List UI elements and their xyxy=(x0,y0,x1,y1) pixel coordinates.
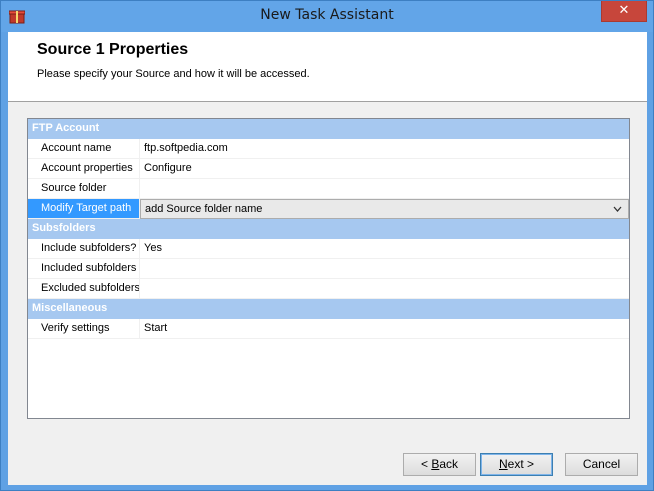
property-name: Account properties xyxy=(28,159,140,178)
property-value[interactable]: ftp.softpedia.com xyxy=(140,139,629,158)
property-name: Source folder xyxy=(28,179,140,198)
property-row-include-subfolders[interactable]: Include subfolders? Yes xyxy=(28,239,629,259)
category-subsfolders[interactable]: Subsfolders xyxy=(28,219,629,239)
property-value[interactable] xyxy=(140,279,629,298)
close-icon: ✕ xyxy=(618,3,630,18)
property-row-verify-settings[interactable]: Verify settings Start xyxy=(28,319,629,339)
back-label: ack xyxy=(439,457,459,471)
modify-target-path-dropdown[interactable]: add Source folder name xyxy=(140,199,629,219)
back-button[interactable]: < Back xyxy=(403,453,476,476)
dropdown-selected-value: add Source folder name xyxy=(145,203,263,215)
property-row-account-properties[interactable]: Account properties Configure xyxy=(28,159,629,179)
property-value[interactable]: Start xyxy=(140,319,629,338)
dialog-window: New Task Assistant ✕ Source 1 Properties… xyxy=(0,0,654,491)
next-button[interactable]: Next > xyxy=(480,453,553,476)
property-name: Verify settings xyxy=(28,319,140,338)
title-bar[interactable]: New Task Assistant ✕ xyxy=(1,1,653,32)
property-row-modify-target-path[interactable]: Modify Target path add Source folder nam… xyxy=(28,199,629,219)
property-value[interactable]: Yes xyxy=(140,239,629,258)
next-label: ext > xyxy=(507,457,535,471)
property-row-excluded-subfolders[interactable]: Excluded subfolders xyxy=(28,279,629,299)
category-label: FTP Account xyxy=(32,122,100,134)
property-value[interactable]: Configure xyxy=(140,159,629,178)
window-title: New Task Assistant xyxy=(260,7,394,23)
category-label: Subsfolders xyxy=(32,222,96,234)
client-area: Source 1 Properties Please specify your … xyxy=(8,32,647,485)
property-value[interactable] xyxy=(140,259,629,278)
property-name: Excluded subfolders xyxy=(28,279,140,298)
page-title: Source 1 Properties xyxy=(37,41,189,58)
cancel-button[interactable]: Cancel xyxy=(565,453,638,476)
wizard-header: Source 1 Properties Please specify your … xyxy=(8,32,647,102)
chevron-down-icon[interactable] xyxy=(613,200,622,218)
property-name: Account name xyxy=(28,139,140,158)
category-ftp-account[interactable]: FTP Account xyxy=(28,119,629,139)
property-value[interactable] xyxy=(140,179,629,198)
property-grid: FTP Account Account name ftp.softpedia.c… xyxy=(27,118,630,419)
back-arrow-label: < xyxy=(420,457,432,471)
category-label: Miscellaneous xyxy=(32,302,108,314)
next-mnemonic: N xyxy=(498,457,508,471)
property-row-included-subfolders[interactable]: Included subfolders xyxy=(28,259,629,279)
property-row-source-folder[interactable]: Source folder xyxy=(28,179,629,199)
property-name: Modify Target path xyxy=(28,199,140,218)
property-row-account-name[interactable]: Account name ftp.softpedia.com xyxy=(28,139,629,159)
close-button[interactable]: ✕ xyxy=(601,1,647,22)
property-name: Included subfolders xyxy=(28,259,140,278)
category-miscellaneous[interactable]: Miscellaneous xyxy=(28,299,629,319)
page-subtitle: Please specify your Source and how it wi… xyxy=(37,68,310,80)
property-name: Include subfolders? xyxy=(28,239,140,258)
